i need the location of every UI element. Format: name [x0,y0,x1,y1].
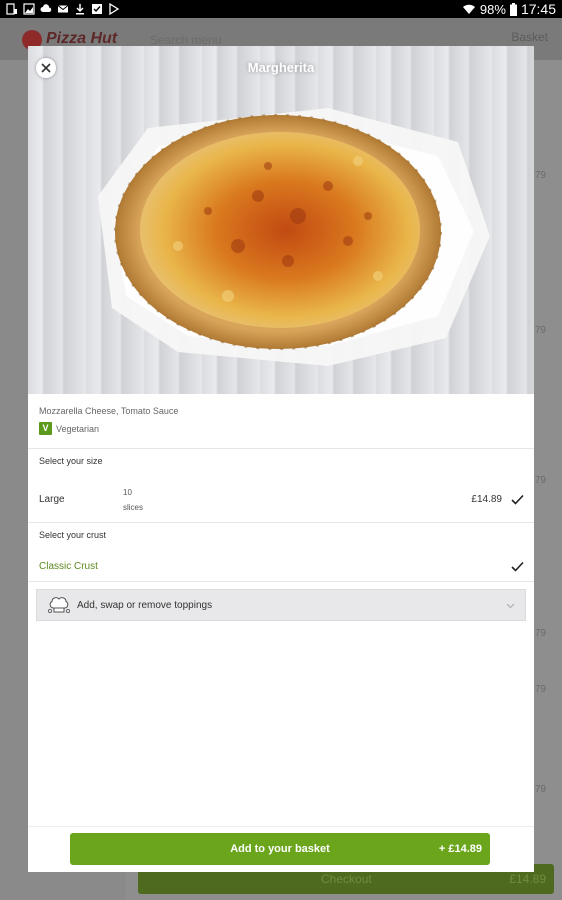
toppings-dropdown[interactable]: Add, swap or remove toppings [36,589,526,621]
vegetarian-badge-icon: V [39,422,52,435]
cloud-notification-icon [40,4,52,12]
product-description: Mozzarella Cheese, Tomato Sauce [39,406,179,416]
chef-hat-icon [47,597,70,613]
add-to-basket-button[interactable]: Add to your basket + £14.89 [70,833,490,865]
download-notification-icon [76,4,84,15]
size-slices-label: slices [123,503,144,512]
product-modal: Margherita Mozzarella Cheese, Tomato Sau… [28,46,534,872]
divider [28,448,534,449]
battery-percent: 98% [479,1,506,17]
checkmark-icon [511,494,524,505]
background-checkout-label: Checkout [321,872,372,886]
size-slices-count: 10 [123,488,132,497]
chevron-down-icon [506,603,515,609]
toppings-label: Add, swap or remove toppings [77,600,213,611]
battery-icon [509,2,517,16]
divider [28,581,534,582]
system-indicators: 98% 17:45 [462,1,556,17]
clock: 17:45 [520,1,556,17]
crust-section-title: Select your crust [39,530,107,540]
background-search: Search menu [150,33,222,47]
size-option-price: £14.89 [471,494,502,505]
check-notification-icon [92,4,102,14]
background-basket-link: Basket [511,30,548,44]
close-button[interactable] [36,58,56,78]
background-checkout-total: £14.89 [509,872,546,886]
mail-notification-icon [57,5,69,13]
notification-icons [6,3,120,15]
play-store-notification-icon [109,3,120,15]
crust-option-name: Classic Crust [39,561,98,572]
dietary-label: Vegetarian [56,424,100,434]
size-section-title: Select your size [39,456,103,466]
modal-title: Margherita [247,60,315,75]
status-bar: 98% 17:45 [0,0,562,18]
add-to-basket-label: Add to your basket [230,843,330,855]
image-notification-icon [23,3,35,15]
product-hero-image: Margherita [28,46,534,394]
pizza-photo [98,108,490,366]
size-option-name: Large [39,494,65,505]
sim-notification-icon [6,3,17,15]
modal-footer: Add to your basket + £14.89 [28,826,534,872]
wifi-icon [462,4,475,14]
divider [28,522,534,523]
add-to-basket-price: + £14.89 [438,843,482,855]
checkmark-icon [511,561,524,572]
close-icon [41,63,51,73]
